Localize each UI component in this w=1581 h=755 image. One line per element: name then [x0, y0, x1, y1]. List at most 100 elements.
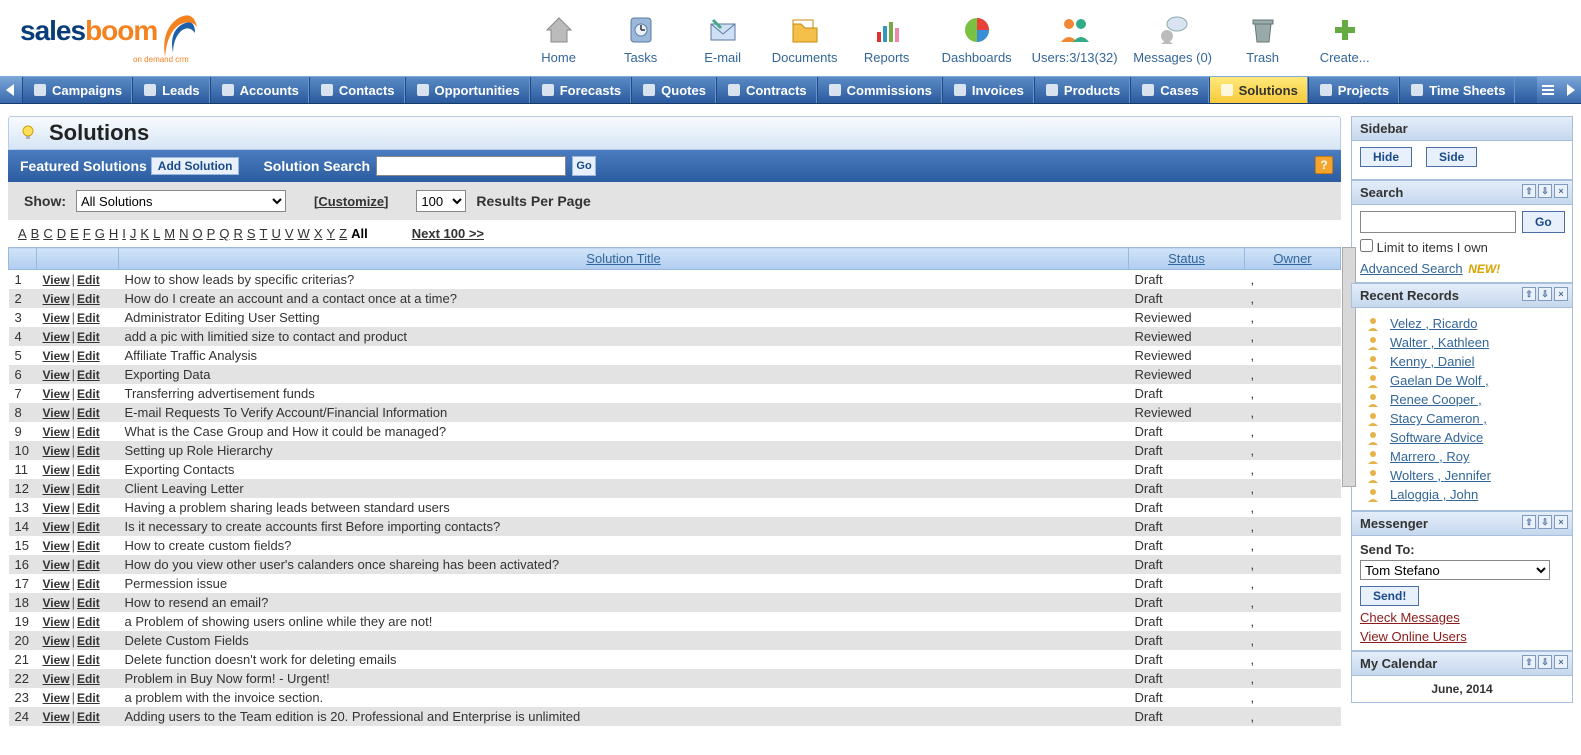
app-reports[interactable]: Reports [847, 12, 927, 65]
tab-campaigns[interactable]: Campaigns [22, 77, 132, 103]
edit-link[interactable]: Edit [77, 558, 100, 572]
edit-link[interactable]: Edit [77, 672, 100, 686]
alpha-A[interactable]: A [18, 226, 27, 241]
alpha-W[interactable]: W [298, 226, 310, 241]
recent-link[interactable]: Gaelan De Wolf , [1390, 373, 1489, 388]
view-link[interactable]: View [43, 311, 70, 325]
advanced-search-link[interactable]: Advanced Search [1360, 261, 1463, 276]
edit-link[interactable]: Edit [77, 710, 100, 724]
panel-down-icon[interactable]: ⇩ [1538, 287, 1552, 301]
recent-link[interactable]: Renee Cooper , [1390, 392, 1482, 407]
view-link[interactable]: View [43, 387, 70, 401]
alpha-Y[interactable]: Y [326, 226, 335, 241]
solution-search-go[interactable]: Go [572, 156, 596, 176]
alpha-Z[interactable]: Z [339, 226, 347, 241]
recent-link[interactable]: Laloggia , John [1390, 487, 1478, 502]
alpha-G[interactable]: G [95, 226, 105, 241]
edit-link[interactable]: Edit [77, 501, 100, 515]
alpha-X[interactable]: X [314, 226, 323, 241]
alpha-O[interactable]: O [193, 226, 203, 241]
view-link[interactable]: View [43, 558, 70, 572]
edit-link[interactable]: Edit [77, 653, 100, 667]
view-link[interactable]: View [43, 425, 70, 439]
panel-up-icon[interactable]: ⇧ [1522, 655, 1536, 669]
view-link[interactable]: View [43, 292, 70, 306]
view-link[interactable]: View [43, 482, 70, 496]
tab-accounts[interactable]: Accounts [210, 77, 309, 103]
edit-link[interactable]: Edit [77, 349, 100, 363]
view-link[interactable]: View [43, 653, 70, 667]
help-icon[interactable]: ? [1315, 156, 1333, 174]
edit-link[interactable]: Edit [77, 482, 100, 496]
recent-link[interactable]: Walter , Kathleen [1390, 335, 1489, 350]
panel-up-icon[interactable]: ⇧ [1522, 287, 1536, 301]
side-button[interactable]: Side [1426, 147, 1477, 167]
send-button[interactable]: Send! [1360, 586, 1419, 606]
logo[interactable]: salesboom on demand crm [20, 13, 199, 64]
panel-close-icon[interactable]: × [1554, 515, 1568, 529]
tab-quotes[interactable]: Quotes [631, 77, 716, 103]
tab-invoices[interactable]: Invoices [942, 77, 1034, 103]
panel-up-icon[interactable]: ⇧ [1522, 515, 1536, 529]
tab-contracts[interactable]: Contracts [716, 77, 817, 103]
view-link[interactable]: View [43, 444, 70, 458]
panel-close-icon[interactable]: × [1554, 655, 1568, 669]
view-link[interactable]: View [43, 539, 70, 553]
edit-link[interactable]: Edit [77, 463, 100, 477]
show-select[interactable]: All Solutions [76, 190, 286, 212]
check-messages-link[interactable]: Check Messages [1360, 610, 1564, 625]
app-email[interactable]: E-mail [683, 12, 763, 65]
view-link[interactable]: View [43, 672, 70, 686]
view-link[interactable]: View [43, 273, 70, 287]
tab-time-sheets[interactable]: Time Sheets [1399, 77, 1515, 103]
edit-link[interactable]: Edit [77, 406, 100, 420]
panel-close-icon[interactable]: × [1554, 184, 1568, 198]
app-trash[interactable]: Trash [1223, 12, 1303, 65]
recent-link[interactable]: Kenny , Daniel [1390, 354, 1475, 369]
recent-link[interactable]: Stacy Cameron , [1390, 411, 1487, 426]
edit-link[interactable]: Edit [77, 444, 100, 458]
edit-link[interactable]: Edit [77, 596, 100, 610]
col-owner[interactable]: Owner [1273, 251, 1311, 266]
view-link[interactable]: View [43, 691, 70, 705]
view-link[interactable]: View [43, 596, 70, 610]
sidebar-search-input[interactable] [1360, 211, 1516, 233]
alpha-E[interactable]: E [70, 226, 79, 241]
alpha-N[interactable]: N [179, 226, 188, 241]
tab-cases[interactable]: Cases [1130, 77, 1208, 103]
alpha-D[interactable]: D [57, 226, 66, 241]
panel-down-icon[interactable]: ⇩ [1538, 515, 1552, 529]
app-tasks[interactable]: Tasks [601, 12, 681, 65]
edit-link[interactable]: Edit [77, 330, 100, 344]
alpha-K[interactable]: K [140, 226, 149, 241]
view-link[interactable]: View [43, 368, 70, 382]
app-users[interactable]: Users:3/13(32) [1027, 12, 1123, 65]
edit-link[interactable]: Edit [77, 368, 100, 382]
tab-projects[interactable]: Projects [1308, 77, 1399, 103]
alpha-P[interactable]: P [207, 226, 216, 241]
app-messages[interactable]: Messages (0) [1125, 12, 1221, 65]
limit-checkbox[interactable] [1360, 239, 1373, 252]
nav-menu-icon[interactable] [1537, 77, 1559, 103]
alpha-U[interactable]: U [271, 226, 280, 241]
col-title[interactable]: Solution Title [586, 251, 660, 266]
edit-link[interactable]: Edit [77, 292, 100, 306]
recent-link[interactable]: Marrero , Roy [1390, 449, 1469, 464]
alpha-H[interactable]: H [109, 226, 118, 241]
nav-left-arrow[interactable] [0, 77, 22, 103]
per-page-select[interactable]: 100 [416, 190, 466, 212]
view-link[interactable]: View [43, 710, 70, 724]
recent-link[interactable]: Software Advice [1390, 430, 1483, 445]
edit-link[interactable]: Edit [77, 387, 100, 401]
alpha-I[interactable]: I [122, 226, 126, 241]
edit-link[interactable]: Edit [77, 311, 100, 325]
alpha-J[interactable]: J [130, 226, 137, 241]
nav-right-arrow[interactable] [1559, 77, 1581, 103]
customize-link[interactable]: [Customize] [314, 194, 388, 209]
edit-link[interactable]: Edit [77, 577, 100, 591]
recent-link[interactable]: Wolters , Jennifer [1390, 468, 1491, 483]
edit-link[interactable]: Edit [77, 520, 100, 534]
view-link[interactable]: View [43, 634, 70, 648]
alpha-T[interactable]: T [260, 226, 268, 241]
edit-link[interactable]: Edit [77, 539, 100, 553]
